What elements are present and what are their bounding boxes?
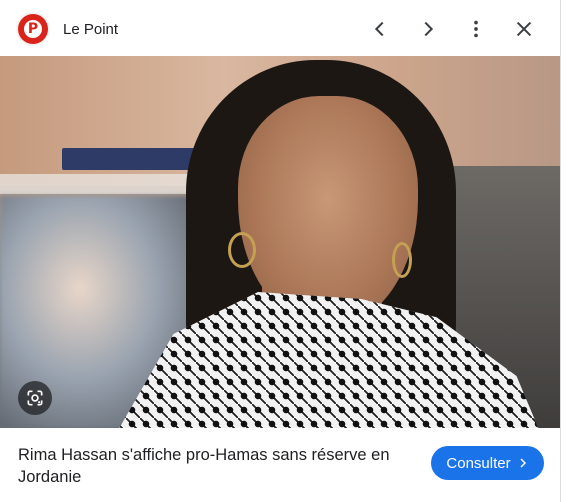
close-icon: [516, 21, 532, 37]
source-name[interactable]: Le Point: [63, 21, 118, 38]
image-preview-panel: P Le Point Rima Hassan s'affiche pro-Ham…: [0, 0, 561, 502]
consult-label: Consulter: [446, 454, 511, 472]
article-title[interactable]: Rima Hassan s'affiche pro-Hamas sans rés…: [18, 444, 413, 488]
google-lens-button[interactable]: [18, 381, 52, 415]
previous-button[interactable]: [365, 14, 395, 44]
chevron-right-icon: [424, 21, 434, 37]
consult-button[interactable]: Consulter: [431, 446, 544, 480]
earring-left: [228, 232, 256, 268]
more-options-button[interactable]: [461, 14, 491, 44]
more-vert-icon: [474, 20, 478, 38]
logo-letter: P: [24, 20, 42, 38]
preview-header: P Le Point: [0, 0, 560, 56]
close-button[interactable]: [509, 14, 539, 44]
le-point-logo[interactable]: P: [18, 14, 48, 44]
preview-image[interactable]: [0, 56, 560, 428]
earring-right: [392, 242, 412, 278]
google-lens-icon: [27, 390, 43, 406]
chevron-left-icon: [374, 21, 384, 37]
next-button[interactable]: [413, 14, 443, 44]
chevron-right-icon: [520, 458, 526, 468]
